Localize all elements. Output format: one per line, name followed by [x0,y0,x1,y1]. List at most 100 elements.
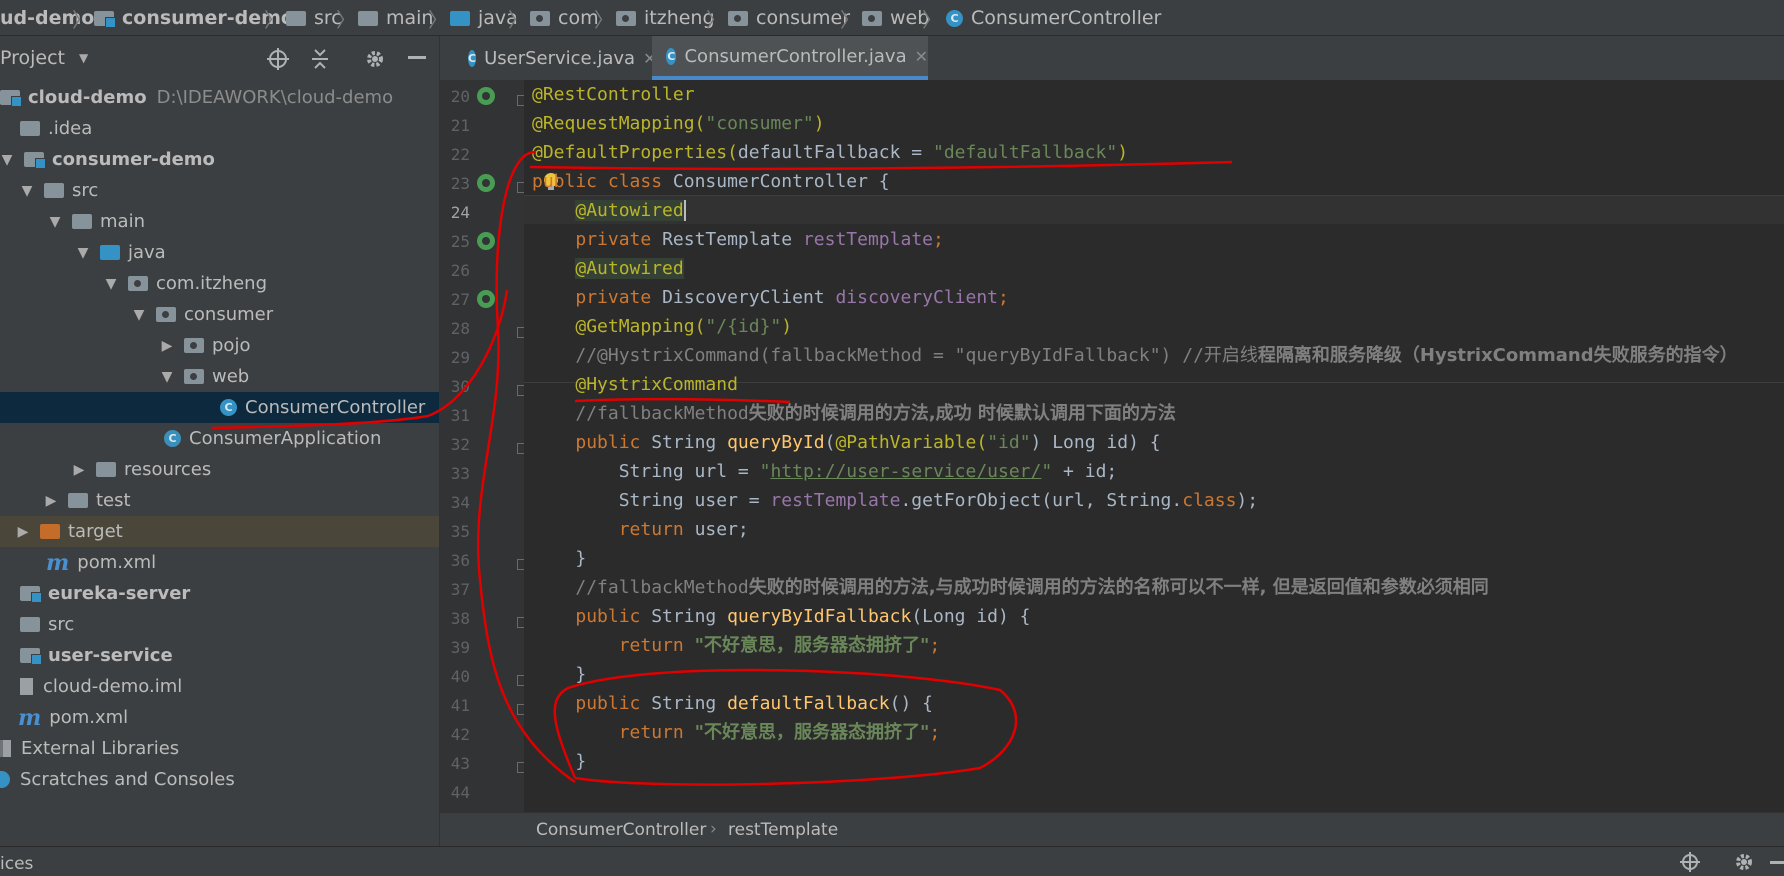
breadcrumb-item-consumercontroller[interactable]: C ConsumerController [946,0,1162,35]
tree-item-resources[interactable]: ▶ resources [0,454,439,485]
spring-bean-gutter-icon[interactable] [477,174,495,192]
folder-icon [20,121,40,136]
tree-item-src-2[interactable]: src [0,609,439,640]
line-number: 25 [450,232,470,251]
code-line-20: @RestController [532,84,695,105]
gear-icon[interactable] [364,48,386,70]
tree-item-eureka-server[interactable]: eureka-server [0,578,439,609]
code-line-23: public class ConsumerController { [532,171,890,192]
breadcrumb-item-main[interactable]: main [358,0,433,35]
chevron-down-icon[interactable]: ▼ [48,214,62,230]
breadcrumb-item-com[interactable]: com [530,0,599,35]
tree-item-web[interactable]: ▼ web [0,361,439,392]
breadcrumb-item-src[interactable]: src [286,0,342,35]
code-structure-breadcrumb: ConsumerController › restTemplate [440,812,1784,846]
locate-icon[interactable] [267,48,289,70]
chevron-down-icon[interactable]: ▼ [20,183,34,199]
breadcrumb-item-itzheng[interactable]: itzheng [616,0,715,35]
tree-item-label: cloud-demo [28,87,147,108]
code-line-24: @Autowired [532,196,697,225]
line-number: 26 [450,261,470,280]
project-tree: cloud-demo D:\IDEAWORK\cloud-demo .idea ▼… [0,80,440,846]
tree-item-cloud-demo[interactable]: cloud-demo D:\IDEAWORK\cloud-demo [0,82,439,113]
gear-icon[interactable] [1734,852,1754,872]
package-icon [530,10,550,26]
code-line-21: @RequestMapping("consumer") [532,113,825,134]
line-number: 33 [450,464,470,483]
tree-item-label: pojo [212,335,251,356]
tab-consumercontroller[interactable]: C ConsumerController.java ✕ [652,36,928,80]
code-line-30: @HystrixCommand [575,374,738,395]
chevron-right-icon[interactable]: ▶ [72,462,86,478]
tree-item-consumerapplication[interactable]: C ConsumerApplication [0,423,439,454]
code-line-32: public String queryById(@PathVariable("i… [575,432,1161,453]
autowired-gutter-icon[interactable] [477,232,495,250]
chevron-down-icon[interactable]: ▼ [160,369,174,385]
code-line-31: //fallbackMethod失败的时候调用的方法,成功 时候默认调用下面的方… [575,403,1176,424]
tree-item-label: src [72,180,99,201]
code-line-33: String url = "http://user-service/user/"… [618,461,1118,482]
tree-item-src[interactable]: ▼ src [0,175,439,206]
module-folder-icon [94,10,116,28]
line-number: 23 [450,174,470,193]
chevron-down-icon[interactable]: ▼ [104,276,118,292]
tree-item-consumer-demo[interactable]: ▼ consumer-demo [0,144,439,175]
tree-item-pom-xml[interactable]: m pom.xml [0,547,439,578]
code-editor[interactable]: @RestController @RequestMapping("consume… [524,80,1784,812]
tree-item-consumercontroller[interactable]: C ConsumerController [0,392,439,423]
chevron-down-icon[interactable]: ▼ [0,152,14,168]
code-breadcrumb-class[interactable]: ConsumerController [536,820,706,840]
tree-item-external-libraries[interactable]: External Libraries [0,733,439,764]
chevron-down-icon[interactable]: ▼ [132,307,146,323]
collapse-all-icon[interactable] [310,48,330,70]
breadcrumb-separator: 〉 [336,7,356,32]
close-icon[interactable]: ✕ [915,47,928,66]
tab-userservice[interactable]: C UserService.java ✕ [454,36,656,80]
tree-item-com-itzheng[interactable]: ▼ com.itzheng [0,268,439,299]
tree-item-target[interactable]: ▶ target [0,516,439,547]
code-breadcrumb-member[interactable]: restTemplate [728,820,838,840]
spring-bean-gutter-icon[interactable] [477,87,495,105]
breadcrumb-separator: 〉 [922,7,942,32]
breadcrumb-item-web[interactable]: web [862,0,929,35]
tree-item-consumer[interactable]: ▼ consumer [0,299,439,330]
project-view-selector[interactable]: Project ▼ [0,36,88,80]
maven-icon: m [18,704,42,731]
services-tool-window-label[interactable]: ices [0,854,33,874]
url-link[interactable]: http://user-service/user/ [770,461,1041,482]
line-number: 37 [450,580,470,599]
minimize-icon[interactable] [1770,861,1784,864]
source-folder-icon [450,10,470,26]
tree-item-user-service[interactable]: user-service [0,640,439,671]
line-number: 22 [450,145,470,164]
autowired-gutter-icon[interactable] [477,290,495,308]
tree-item-pom-xml-2[interactable]: m pom.xml [0,702,439,733]
tree-item-cloud-demo-iml[interactable]: cloud-demo.iml [0,671,439,702]
chevron-right-icon[interactable]: ▶ [44,493,58,509]
breadcrumb-label: consumer [756,7,851,29]
tree-item-test[interactable]: ▶ test [0,485,439,516]
tree-item-scratches[interactable]: Scratches and Consoles [0,764,439,795]
tree-item-idea[interactable]: .idea [0,113,439,144]
line-number: 36 [450,551,470,570]
tree-item-main[interactable]: ▼ main [0,206,439,237]
line-number: 24 [450,203,470,222]
tree-item-pojo[interactable]: ▶ pojo [0,330,439,361]
tree-item-label: .idea [48,118,93,139]
breadcrumb-label: ConsumerController [971,7,1162,29]
tree-item-label: eureka-server [48,583,191,604]
chevron-right-icon[interactable]: ▶ [160,338,174,354]
chevron-right-icon[interactable]: ▶ [16,524,30,540]
chevron-down-icon[interactable]: ▼ [76,245,90,261]
tree-item-label: ConsumerController [245,397,426,418]
navigation-breadcrumb: ud-demo 〉 consumer-demo 〉 src 〉 main 〉 j… [0,0,1784,36]
breadcrumb-item-consumer[interactable]: consumer [728,0,851,35]
line-number: 30 [450,377,470,396]
tree-item-label: target [68,521,123,542]
minimize-icon[interactable] [408,56,426,59]
module-folder-icon [20,648,42,665]
locate-icon[interactable] [1680,852,1700,872]
code-line-25: private RestTemplate restTemplate; [575,229,944,250]
tree-item-java[interactable]: ▼ java [0,237,439,268]
editor-tab-bar: C UserService.java ✕ C ConsumerController.j… [440,36,1784,80]
